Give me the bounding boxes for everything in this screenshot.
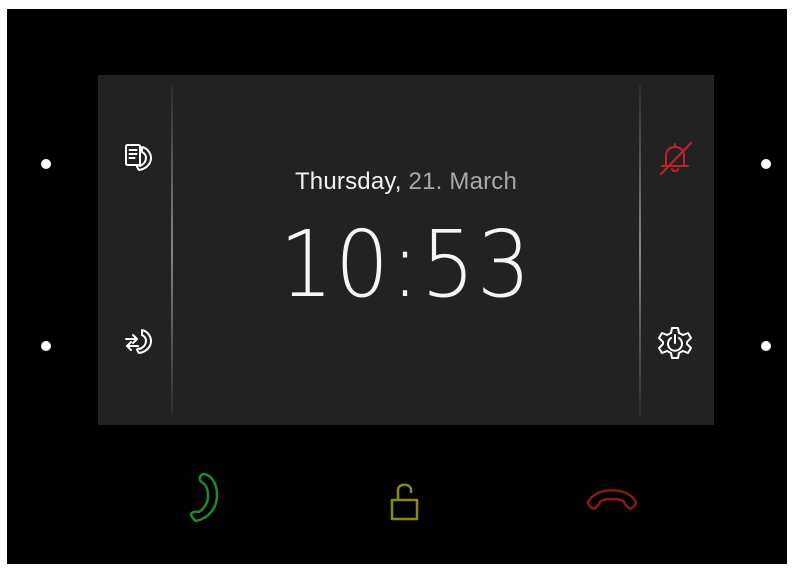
led-right-bottom: [761, 341, 771, 351]
clock-time: 10:53: [279, 211, 533, 318]
right-divider: [639, 85, 641, 415]
weekday-text: Thursday,: [294, 168, 402, 195]
led-left-bottom: [41, 341, 51, 351]
day-month-text: 21. March: [408, 168, 518, 195]
call-transfer-icon: [125, 329, 152, 354]
answer-call-button[interactable]: [172, 467, 232, 527]
led-left-top: [41, 159, 51, 169]
settings-button[interactable]: [651, 319, 699, 367]
unlock-icon: [390, 483, 419, 521]
hangup-icon: [586, 489, 638, 510]
date-label: Thursday, 21. March: [176, 168, 636, 196]
hangup-button[interactable]: [582, 469, 642, 529]
mute-button[interactable]: [651, 134, 699, 182]
transfer-call-button[interactable]: [114, 317, 162, 365]
message-handset-icon: [125, 144, 152, 171]
left-divider: [171, 85, 173, 415]
display-screen: Thursday, 21. March 10:53: [98, 75, 714, 425]
messages-button[interactable]: [114, 133, 162, 181]
intercom-device: Thursday, 21. March 10:53: [7, 9, 787, 564]
settings-gear-icon: [658, 327, 692, 359]
unlock-door-button[interactable]: [375, 471, 435, 531]
led-right-top: [761, 159, 771, 169]
answer-call-icon: [189, 472, 219, 523]
muted-bell-icon: [660, 142, 692, 175]
